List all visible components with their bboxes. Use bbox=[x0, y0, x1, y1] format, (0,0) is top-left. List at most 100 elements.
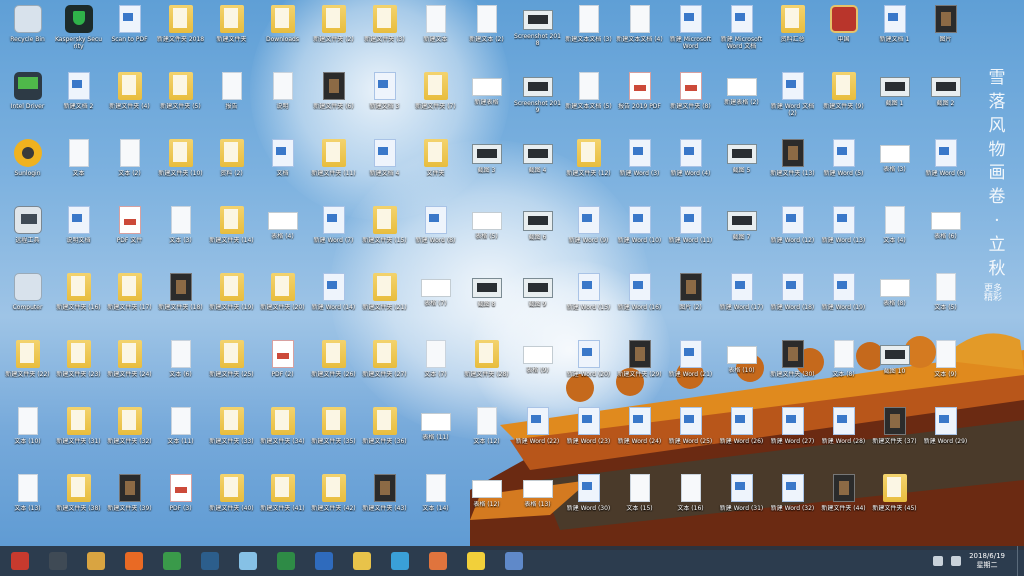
desktop-icon[interactable]: 新建 Word (17) bbox=[716, 270, 767, 337]
desktop-icon[interactable]: Screenshot 2019 bbox=[512, 69, 563, 136]
desktop-icon[interactable]: 新建 Word (11) bbox=[665, 203, 716, 270]
desktop-icon[interactable]: 资料 (2) bbox=[206, 136, 257, 203]
volume-icon[interactable] bbox=[951, 556, 962, 566]
desktop-icon[interactable]: 新建文件夹 (27) bbox=[359, 337, 410, 404]
desktop-icon[interactable]: 新建文件夹 (43) bbox=[359, 471, 410, 538]
taskbar-app-notes-button[interactable] bbox=[458, 547, 494, 575]
desktop-icon[interactable]: 新建文本文档 (5) bbox=[563, 69, 614, 136]
desktop-icon[interactable]: Intel Driver bbox=[2, 69, 53, 136]
desktop-icon[interactable]: 表格 (5) bbox=[461, 203, 512, 270]
desktop-icon[interactable]: 新建 Word (31) bbox=[716, 471, 767, 538]
desktop-icon[interactable]: 新建文件夹 (13) bbox=[767, 136, 818, 203]
taskbar-start-app-red-button[interactable] bbox=[2, 547, 38, 575]
desktop-icon[interactable]: 文本 (16) bbox=[665, 471, 716, 538]
desktop-icon[interactable]: 文本 (12) bbox=[461, 404, 512, 471]
desktop-icon[interactable]: 表格 (7) bbox=[410, 270, 461, 337]
desktop-icon[interactable]: 截图 3 bbox=[461, 136, 512, 203]
desktop-icon[interactable]: 新建文档 3 bbox=[359, 69, 410, 136]
desktop-icon[interactable]: 新建 Word (26) bbox=[716, 404, 767, 471]
desktop-icon[interactable]: 文本 (15) bbox=[614, 471, 665, 538]
desktop-icon[interactable]: 新建 Word (7) bbox=[308, 203, 359, 270]
taskbar-app-terminal-button[interactable] bbox=[192, 547, 228, 575]
desktop-icon[interactable]: 新建文本文档 (3) bbox=[563, 2, 614, 69]
desktop-icon[interactable]: 新建 Word (22) bbox=[512, 404, 563, 471]
desktop-icon[interactable]: 表格 (12) bbox=[461, 471, 512, 538]
desktop-icon[interactable]: 文本 (6) bbox=[155, 337, 206, 404]
show-desktop-button[interactable] bbox=[1017, 546, 1024, 576]
desktop-icon[interactable]: 新建文件夹 (32) bbox=[104, 404, 155, 471]
desktop-icon[interactable]: 新建 Word (13) bbox=[818, 203, 869, 270]
desktop-icon[interactable]: 表格 (13) bbox=[512, 471, 563, 538]
desktop-icon[interactable]: 新建文件夹 (16) bbox=[53, 270, 104, 337]
desktop-icon[interactable]: 新建 Word (27) bbox=[767, 404, 818, 471]
desktop-icon[interactable]: 新建文件夹 (22) bbox=[2, 337, 53, 404]
desktop-icon[interactable]: 新建 Word (25) bbox=[665, 404, 716, 471]
desktop-icon[interactable]: 报告 2019 PDF bbox=[614, 69, 665, 136]
desktop-icon[interactable]: 新建文件夹 (31) bbox=[53, 404, 104, 471]
desktop-icon[interactable]: Computer bbox=[2, 270, 53, 337]
desktop-icon[interactable]: 新建文件夹 (36) bbox=[359, 404, 410, 471]
desktop-icon[interactable]: 表格 (9) bbox=[512, 337, 563, 404]
desktop-icon[interactable]: 新建 Word (30) bbox=[563, 471, 614, 538]
desktop-icon[interactable]: PDF (3) bbox=[155, 471, 206, 538]
desktop-icon[interactable]: 截图 9 bbox=[512, 270, 563, 337]
desktop-icon[interactable]: 图片 (2) bbox=[665, 270, 716, 337]
desktop-icon[interactable]: 新建文件夹 (37) bbox=[869, 404, 920, 471]
desktop-icon[interactable]: 新建文件夹 2018 bbox=[155, 2, 206, 69]
taskbar-app-files-button[interactable] bbox=[344, 547, 380, 575]
desktop-icon[interactable]: 截图 7 bbox=[716, 203, 767, 270]
desktop-icon[interactable]: 新建 Word (28) bbox=[818, 404, 869, 471]
desktop-icon[interactable]: 新建文件夹 (35) bbox=[308, 404, 359, 471]
desktop-icon[interactable]: 新建文件夹 (29) bbox=[614, 337, 665, 404]
desktop-icon[interactable]: 新建 Word (5) bbox=[818, 136, 869, 203]
desktop-icon[interactable]: 表格 (4) bbox=[257, 203, 308, 270]
desktop-icon[interactable]: 新建 Word (23) bbox=[563, 404, 614, 471]
desktop-icon[interactable]: 文本 (13) bbox=[2, 471, 53, 538]
desktop-icon[interactable]: 新建 Word (18) bbox=[767, 270, 818, 337]
clock[interactable]: 2018/6/19 星期二 bbox=[969, 552, 1005, 570]
desktop-icon[interactable]: 截图 2 bbox=[920, 69, 971, 136]
desktop-icon[interactable]: 截图 4 bbox=[512, 136, 563, 203]
desktop-icon[interactable]: 新建文件夹 (10) bbox=[155, 136, 206, 203]
desktop-icon[interactable]: 新建文件夹 (21) bbox=[359, 270, 410, 337]
desktop-icon[interactable]: 新建文件夹 (44) bbox=[818, 471, 869, 538]
desktop-icon[interactable]: Recycle Bin bbox=[2, 2, 53, 69]
desktop-icon[interactable]: 新建 Word (19) bbox=[818, 270, 869, 337]
desktop-icon[interactable]: 新建 Word (32) bbox=[767, 471, 818, 538]
desktop-icon[interactable]: 新建 Microsoft Word 文档 bbox=[716, 2, 767, 69]
desktop-icon[interactable]: 新建文档 2 bbox=[53, 69, 104, 136]
desktop-icon[interactable]: 新建文件夹 (5) bbox=[155, 69, 206, 136]
desktop-icon[interactable]: 截图 1 bbox=[869, 69, 920, 136]
desktop-icon[interactable]: Kaspersky Security bbox=[53, 2, 104, 69]
desktop-icon[interactable]: 新建 Word (29) bbox=[920, 404, 971, 471]
desktop-icon[interactable]: 新建文件夹 (11) bbox=[308, 136, 359, 203]
desktop-icon[interactable]: 新建文件夹 (41) bbox=[257, 471, 308, 538]
desktop-icon[interactable]: Scan to PDF bbox=[104, 2, 155, 69]
desktop-icon[interactable]: 文本 (11) bbox=[155, 404, 206, 471]
desktop-icon[interactable]: 报告 bbox=[206, 69, 257, 136]
desktop-icon[interactable]: 表格 (10) bbox=[716, 337, 767, 404]
desktop-icon[interactable]: 新建文本文档 (4) bbox=[614, 2, 665, 69]
desktop-icon[interactable]: 新建文件夹 (34) bbox=[257, 404, 308, 471]
desktop-icon[interactable]: 截图 6 bbox=[512, 203, 563, 270]
desktop-icon[interactable]: 新建文件夹 (9) bbox=[818, 69, 869, 136]
desktop-icon[interactable]: 新建文件夹 (33) bbox=[206, 404, 257, 471]
desktop-icon[interactable]: 新建 Word (21) bbox=[665, 337, 716, 404]
desktop-icon[interactable]: 新建文件夹 (4) bbox=[104, 69, 155, 136]
desktop-icon[interactable]: 新建文件夹 (39) bbox=[104, 471, 155, 538]
desktop-icon[interactable]: 新建 Word (12) bbox=[767, 203, 818, 270]
desktop-icon[interactable]: 表格 (6) bbox=[920, 203, 971, 270]
taskbar-app-word-button[interactable] bbox=[306, 547, 342, 575]
desktop-icon[interactable]: 新建文本 (2) bbox=[461, 2, 512, 69]
desktop-icon[interactable]: 新建文件夹 (7) bbox=[410, 69, 461, 136]
desktop-icon[interactable]: 新建文件夹 (23) bbox=[53, 337, 104, 404]
desktop-icon[interactable]: 新建文件夹 (42) bbox=[308, 471, 359, 538]
taskbar-app-dark-button[interactable] bbox=[40, 547, 76, 575]
taskbar-app-folder-button[interactable] bbox=[78, 547, 114, 575]
desktop-icon[interactable]: 新建文件夹 (3) bbox=[359, 2, 410, 69]
desktop-icon[interactable]: 新建 Microsoft Word bbox=[665, 2, 716, 69]
desktop-icon[interactable]: 新建文件夹 (26) bbox=[308, 337, 359, 404]
desktop-icon[interactable]: 新建文件夹 (25) bbox=[206, 337, 257, 404]
desktop-icon[interactable]: 文档 bbox=[257, 136, 308, 203]
desktop-icon[interactable]: 新建 Word (16) bbox=[614, 270, 665, 337]
